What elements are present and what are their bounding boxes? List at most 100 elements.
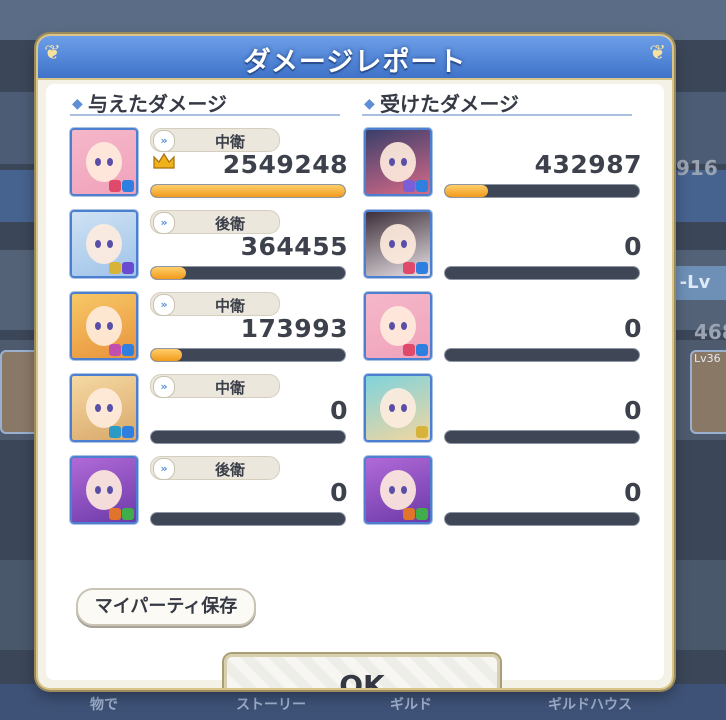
- damage-bar: [444, 266, 640, 280]
- portrait-badges: [109, 508, 134, 520]
- portrait-eye: [95, 486, 101, 494]
- character-portrait[interactable]: [364, 374, 432, 442]
- portrait-badges: [109, 262, 134, 274]
- position-label: 中衛: [214, 297, 245, 315]
- portrait-eye: [389, 322, 395, 330]
- portrait-eye: [107, 486, 113, 494]
- damage-bar: [444, 430, 640, 444]
- report-panel: ◆ 与えたダメージ ◆ 受けたダメージ » 中衛 2549248» 後衛 364455»…: [46, 84, 664, 688]
- damage-bar: [150, 430, 346, 444]
- portrait-eye: [95, 404, 101, 412]
- character-portrait[interactable]: [364, 292, 432, 360]
- bg-band: [0, 0, 726, 40]
- portrait-eye: [107, 158, 113, 166]
- portrait-face: [86, 388, 122, 428]
- save-party-button[interactable]: マイパーティ保存: [76, 588, 256, 626]
- diamond-icon: ◆: [72, 96, 83, 112]
- double-chevron-icon: »: [153, 376, 175, 398]
- ok-button[interactable]: OK: [224, 654, 500, 688]
- portrait-eye: [401, 404, 407, 412]
- bg-card: Lv36: [690, 350, 726, 434]
- double-chevron-icon: »: [153, 294, 175, 316]
- character-portrait[interactable]: [364, 456, 432, 524]
- portrait-eye: [401, 486, 407, 494]
- portrait-face: [380, 142, 416, 182]
- damage-bar: [444, 184, 640, 198]
- portrait-eye: [401, 322, 407, 330]
- portrait-face: [86, 470, 122, 510]
- damage-bar: [150, 512, 346, 526]
- portrait-eye: [389, 158, 395, 166]
- element-badge-icon: [109, 262, 121, 274]
- portrait-eye: [389, 486, 395, 494]
- bg-number: 916: [676, 156, 718, 180]
- portrait-eye: [107, 404, 113, 412]
- element-badge-icon: [109, 344, 121, 356]
- portrait-face: [86, 306, 122, 346]
- character-portrait[interactable]: [70, 374, 138, 442]
- taken-damage-value: 0: [624, 232, 642, 261]
- dealt-damage-value: 173993: [240, 314, 348, 343]
- character-portrait[interactable]: [70, 128, 138, 196]
- portrait-badges: [109, 180, 134, 192]
- dialog-title-bar: ❦ ❦ ダメージレポート: [38, 36, 672, 80]
- damage-bar-fill: [151, 267, 186, 279]
- dealt-damage-value: 0: [330, 478, 348, 507]
- portrait-eye: [107, 322, 113, 330]
- element-badge-icon: [403, 262, 415, 274]
- dealt-damage-header: ◆ 与えたダメージ: [70, 88, 340, 116]
- double-chevron-icon: »: [153, 130, 175, 152]
- position-label: 後衛: [214, 461, 245, 479]
- portrait-badges: [109, 426, 134, 438]
- damage-bar: [444, 512, 640, 526]
- element-badge-icon: [122, 344, 134, 356]
- portrait-face: [380, 388, 416, 428]
- bg-number: 468: [694, 320, 726, 344]
- element-badge-icon: [122, 262, 134, 274]
- portrait-eye: [389, 404, 395, 412]
- bg-menu-item: 物で: [90, 697, 118, 713]
- dialog-title: ダメージレポート: [243, 47, 467, 78]
- element-badge-icon: [109, 426, 121, 438]
- position-label: 中衛: [214, 133, 245, 151]
- element-badge-icon: [403, 508, 415, 520]
- portrait-eye: [95, 322, 101, 330]
- portrait-face: [86, 142, 122, 182]
- damage-report-dialog: ❦ ❦ ダメージレポート ◆ 与えたダメージ ◆ 受けたダメージ » 中衛 2549…: [38, 36, 672, 688]
- position-label: 中衛: [214, 379, 245, 397]
- diamond-icon: ◆: [364, 96, 375, 112]
- portrait-eye: [389, 240, 395, 248]
- bg-menu-item: ギルドハウス: [548, 697, 632, 713]
- character-portrait[interactable]: [70, 456, 138, 524]
- portrait-face: [380, 224, 416, 264]
- dealt-damage-value: 364455: [240, 232, 348, 261]
- portrait-eye: [401, 158, 407, 166]
- element-badge-icon: [403, 180, 415, 192]
- portrait-face: [380, 470, 416, 510]
- damage-bar-fill: [151, 349, 183, 361]
- dealt-damage-value: 2549248: [222, 150, 348, 179]
- character-portrait[interactable]: [364, 210, 432, 278]
- element-badge-icon: [416, 508, 428, 520]
- taken-damage-header: ◆ 受けたダメージ: [362, 88, 632, 116]
- double-chevron-icon: »: [153, 458, 175, 480]
- element-badge-icon: [122, 426, 134, 438]
- character-portrait[interactable]: [70, 292, 138, 360]
- position-pill: » 後衛: [150, 456, 280, 480]
- character-portrait[interactable]: [364, 128, 432, 196]
- element-badge-icon: [122, 180, 134, 192]
- character-portrait[interactable]: [70, 210, 138, 278]
- taken-damage-label: 受けたダメージ: [380, 92, 519, 116]
- portrait-face: [380, 306, 416, 346]
- position-pill: » 中衛: [150, 128, 280, 152]
- double-chevron-icon: »: [153, 212, 175, 234]
- dealt-damage-value: 0: [330, 396, 348, 425]
- portrait-badges: [403, 508, 428, 520]
- portrait-eye: [401, 240, 407, 248]
- dealt-damage-label: 与えたダメージ: [88, 92, 227, 116]
- taken-damage-value: 0: [624, 314, 642, 343]
- damage-bar: [150, 266, 346, 280]
- portrait-eye: [95, 158, 101, 166]
- damage-bar: [150, 348, 346, 362]
- portrait-badges: [416, 426, 428, 438]
